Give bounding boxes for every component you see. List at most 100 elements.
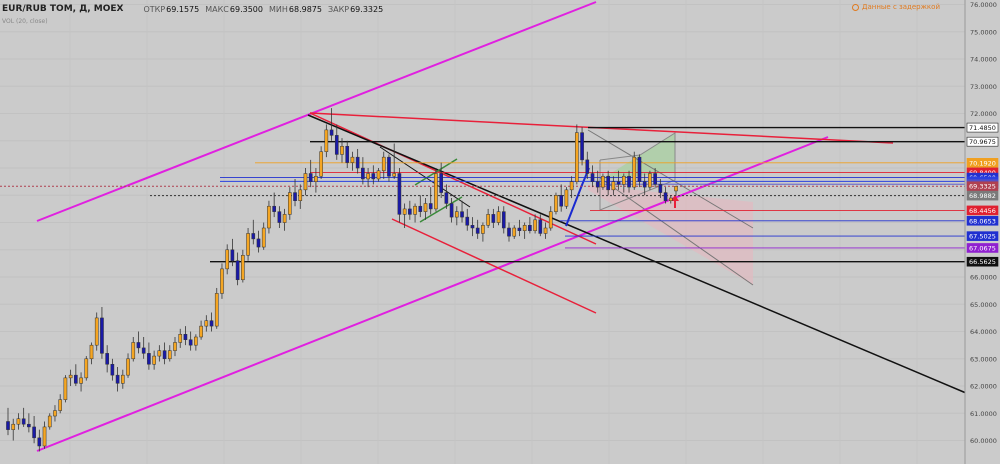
candle-body [543,227,548,234]
candle-body [601,175,605,188]
low-label: МИН [268,4,288,14]
low-value: 68.9875 [288,4,322,14]
candle-body [491,214,496,223]
candle-body [235,260,240,281]
candle-body [486,214,490,226]
volume-indicator-label[interactable]: VOL (20, close) [2,18,48,25]
candle-body [637,156,642,182]
candle-body [648,173,652,188]
candle-body [126,358,130,376]
symbol-title[interactable]: EUR/RUB TOM, Д, MOEX [2,4,123,14]
candle-body [428,203,433,210]
candle-body [287,192,292,215]
candle-body [277,211,282,223]
price-labels: 71.485070.967570.192069.840069.650069.51… [966,122,999,267]
candle-body [355,156,360,169]
candle-body [79,377,83,384]
candle-body [167,350,172,360]
candle-body [334,135,339,155]
candle-body [585,159,590,174]
candle-body [32,426,36,439]
candle-body [413,205,417,215]
candle-body [21,418,26,425]
candle-body [580,132,584,161]
chart-header: EUR/RUB TOM, Д, MOEX ОТКР 69.1575 МАКС 69.… [2,2,383,16]
price-label: 68.0653 [969,217,996,225]
candle-body [84,358,89,379]
candle-body [475,227,480,234]
price-label: 68.9882 [969,192,996,200]
candle-body [627,175,631,188]
candle-body [141,347,146,354]
candle-body [371,173,376,180]
candle-body [517,227,522,231]
candle-body [272,205,276,212]
candle-body [230,249,235,261]
candle-body [267,205,271,229]
candle-body [397,173,402,215]
delay-notice[interactable]: Данные с задержкой [851,3,940,11]
candle-body [68,374,73,379]
candle-body [131,342,136,360]
candle-body [449,203,454,218]
candle-body [27,423,31,428]
candle-body [653,173,657,185]
candle-body [319,151,323,177]
y-tick-label: 60.0000 [970,437,997,445]
candle-body [293,192,297,201]
candle-body [241,255,245,281]
candle-body [470,225,475,229]
candle-body [538,219,543,234]
candle-body [303,173,308,191]
candle-body [345,146,350,163]
candle-body [183,334,188,340]
candle-body [496,211,501,223]
y-tick-label: 66.0000 [970,274,997,282]
candlestick-chart[interactable]: 76.000075.000074.000073.000072.000071.00… [0,0,1000,464]
candle-body [225,249,230,270]
price-label: 68.4456 [969,207,996,215]
candle-body [11,423,16,430]
candle-body [366,173,370,180]
info-icon [851,3,859,11]
candle-body [663,192,668,201]
candle-body [501,211,506,229]
candle-body [314,175,318,182]
open-label: ОТКР [143,4,166,14]
candle-body [507,227,511,237]
candle-body [616,181,621,185]
candle-body [418,205,423,212]
y-tick-label: 73.0000 [970,83,997,91]
candle-body [162,350,167,360]
candle-body [595,181,600,188]
candle-body [308,173,313,182]
close-value: 69.3325 [350,4,384,14]
candle-body [100,317,104,354]
candle-body [157,350,162,357]
candle-body [554,195,558,212]
candle-body [256,238,261,248]
candle-body [674,186,678,192]
candle-body [298,189,303,202]
candle-body [481,225,485,234]
candle-body [16,418,21,425]
candle-body [214,293,219,327]
candle-body [199,325,203,338]
price-label: 70.9675 [969,138,996,146]
candle-body [204,320,209,327]
delay-notice-text: Данные с задержкой [861,3,940,11]
candle-body [465,216,470,226]
candle-body [105,353,109,365]
candle-body [434,173,438,210]
candle-body [350,156,355,163]
candle-body [246,233,250,256]
candle-body [460,211,464,218]
candle-body [658,184,663,193]
candle-body [63,377,68,400]
candle-body [37,437,42,447]
price-label: 70.1920 [969,159,996,167]
candle-body [94,317,99,346]
close-label: ЗАКР [327,4,350,14]
candle-body [621,175,626,185]
candle-body [361,167,365,180]
